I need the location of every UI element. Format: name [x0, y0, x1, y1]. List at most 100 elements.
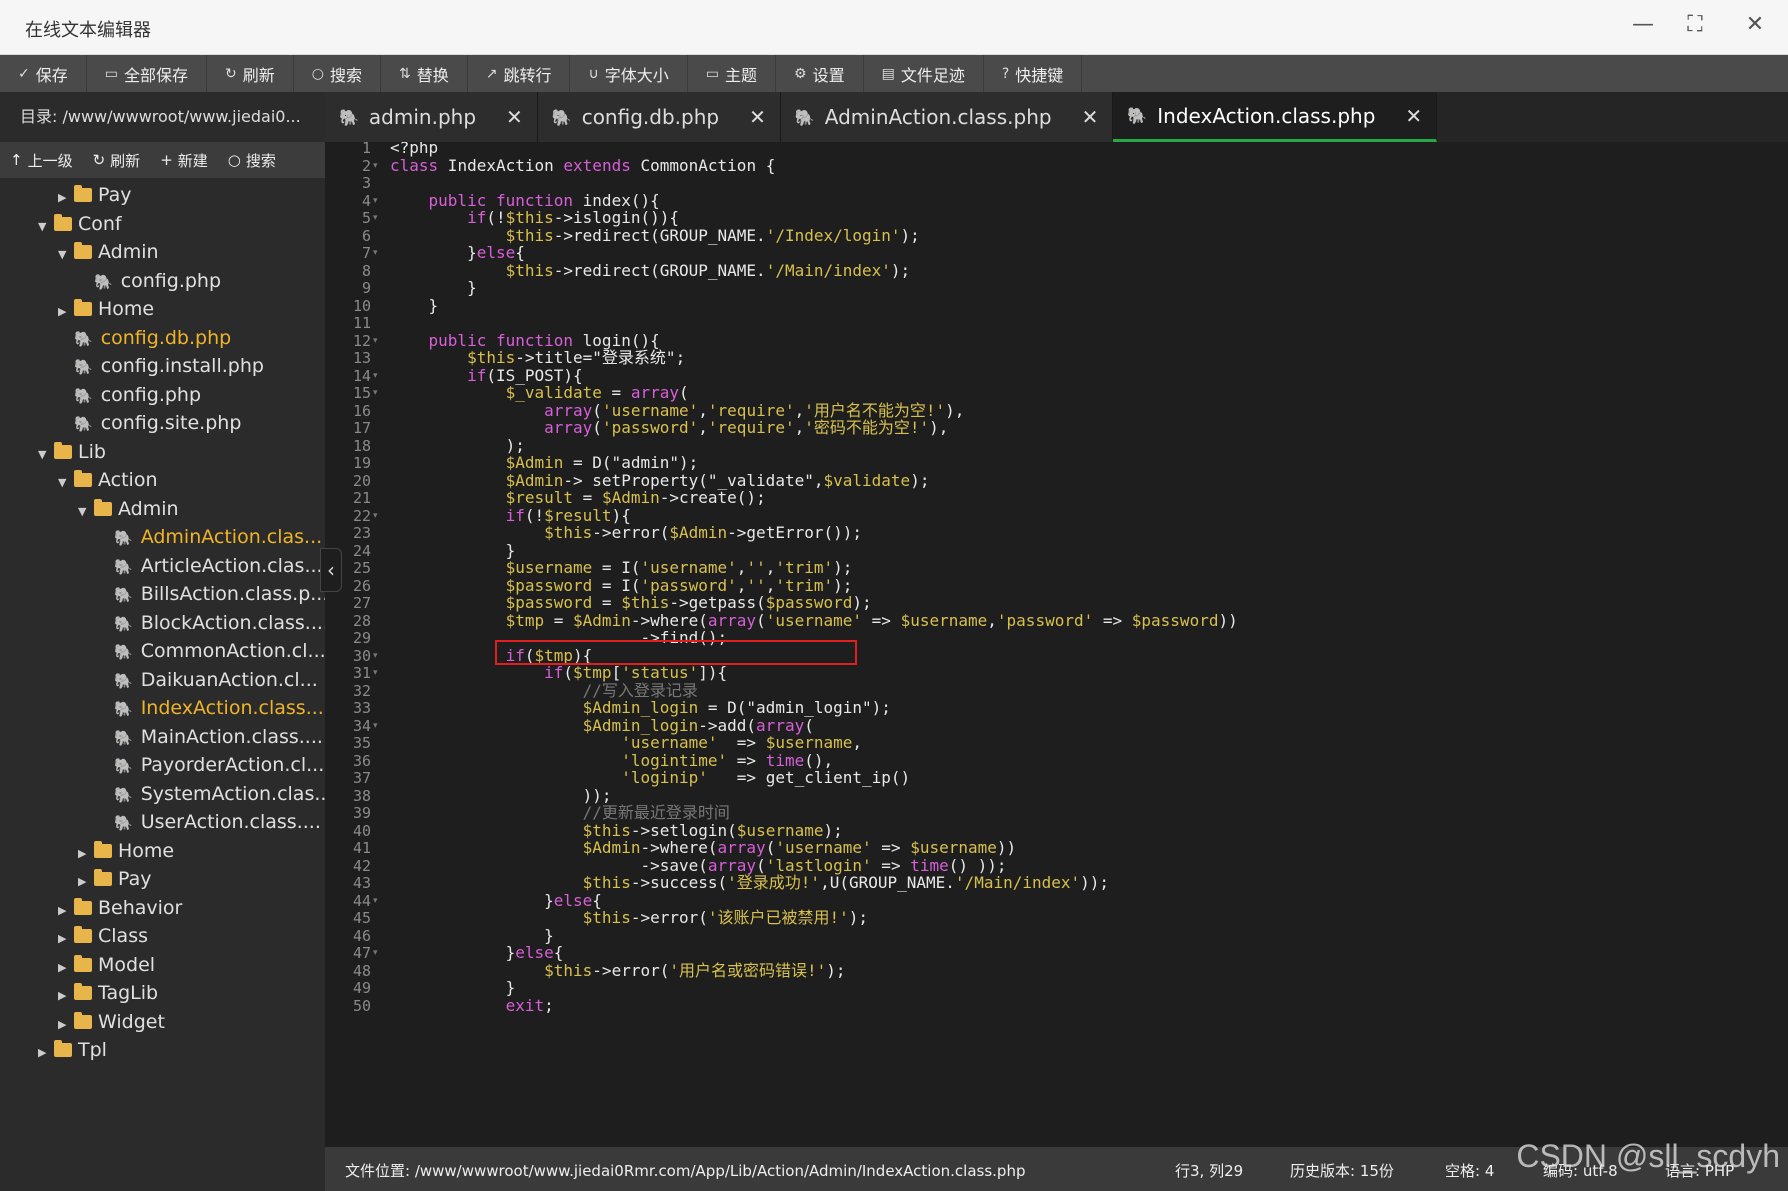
caret-down-icon[interactable]: ▼	[38, 211, 54, 243]
tree-folder[interactable]: ▼ Lib	[38, 436, 106, 468]
folder-icon	[74, 299, 92, 316]
toolbar-button-6[interactable]: ∪ 字体大小	[570, 55, 688, 92]
toolbar-button-0[interactable]: ✓ 保存	[0, 55, 87, 92]
tree-file[interactable]: 🐘 UserAction.class....	[98, 806, 321, 838]
tree-label: config.php	[120, 269, 222, 292]
tree-file[interactable]: 🐘 DaikuanAction.cl...	[98, 664, 318, 696]
folder-icon	[54, 1040, 72, 1057]
indent-spaces[interactable]: 空格: 4	[1445, 1160, 1494, 1181]
folder-icon	[74, 954, 92, 972]
tree-folder[interactable]: ▶ Tpl	[38, 1034, 107, 1066]
fold-icon[interactable]: ▾	[373, 383, 378, 403]
fold-icon[interactable]: ▾	[373, 943, 378, 963]
toolbar-button-1[interactable]: ▭ 全部保存	[87, 55, 207, 92]
tree-label: SystemAction.clas...	[140, 782, 325, 805]
history-versions[interactable]: 历史版本: 15份	[1290, 1160, 1394, 1181]
tree-file[interactable]: 🐘 ArticleAction.clas...	[98, 550, 323, 582]
tree-file[interactable]: 🐘 BillsAction.class.p...	[98, 578, 325, 610]
folder-icon	[94, 498, 112, 516]
toolbar-button-3[interactable]: ○ 搜索	[294, 55, 381, 92]
tree-file[interactable]: 🐘 SystemAction.clas...	[98, 778, 325, 810]
fold-icon[interactable]: ▾	[373, 891, 378, 911]
tree-file[interactable]: 🐘 BlockAction.class....	[98, 607, 325, 639]
sidebar-tool-0[interactable]: ↑ 上一级	[0, 150, 83, 171]
toolbar: ✓ 保存 ▭ 全部保存 ↻ 刷新 ○ 搜索 ⇅ 替换 ↗ 跳转行 ∪ 字体大小 ▭ 主题 ⚙ 设置 ▤ 文件足迹 ? 快捷…	[0, 55, 1788, 92]
close-tab-icon[interactable]: ✕	[506, 105, 523, 129]
fold-icon[interactable]: ▾	[373, 208, 378, 228]
collapse-sidebar-button[interactable]: ‹	[320, 548, 342, 592]
tree-label: ArticleAction.clas...	[140, 554, 323, 577]
php-icon: 🐘	[551, 107, 572, 127]
tree-file[interactable]: 🐘 MainAction.class....	[98, 721, 323, 753]
tree-folder[interactable]: ▶ Home	[78, 835, 174, 867]
tree-file[interactable]: 🐘 config.install.php	[58, 350, 264, 382]
close-tab-icon[interactable]: ✕	[749, 105, 766, 129]
tree-label: BlockAction.class....	[140, 611, 325, 634]
toolbar-button-7[interactable]: ▭ 主题	[688, 55, 776, 92]
tree-folder[interactable]: ▶ Class	[58, 920, 148, 952]
folder-icon	[74, 897, 92, 915]
caret-down-icon[interactable]: ▼	[78, 496, 94, 528]
file-tree: ▶ Pay ▼ Conf ▼ Admin 🐘 config.php ▶ Home 🐘 config.d…	[0, 178, 325, 1191]
tree-folder[interactable]: ▼ Action	[58, 464, 158, 496]
fold-icon[interactable]: ▾	[373, 506, 378, 526]
search-icon: ○	[311, 65, 324, 82]
close-tab-icon[interactable]: ✕	[1405, 104, 1422, 128]
tree-folder[interactable]: ▶ Pay	[78, 863, 152, 895]
tree-folder[interactable]: ▶ Pay	[58, 179, 132, 211]
close-tab-icon[interactable]: ✕	[1082, 105, 1099, 129]
tree-file[interactable]: 🐘 PayorderAction.cl...	[98, 749, 324, 781]
tree-folder[interactable]: ▼ Admin	[58, 236, 159, 268]
tree-folder[interactable]: ▶ Behavior	[58, 892, 182, 924]
tab-bar: 🐘 admin.php ✕ 🐘 config.db.php ✕ 🐘 AdminAction.c…	[325, 92, 1788, 142]
caret-down-icon[interactable]: ▼	[58, 239, 74, 271]
sidebar-toolbar: ↑ 上一级 ↻ 刷新 + 新建 ○ 搜索	[0, 142, 325, 178]
tree-folder[interactable]: ▶ TagLib	[58, 977, 158, 1009]
fold-icon[interactable]: ▾	[373, 716, 378, 736]
close-window-button[interactable]: ✕	[1740, 10, 1770, 40]
tree-folder[interactable]: ▼ Conf	[38, 208, 122, 240]
sidebar-tool-1[interactable]: ↻ 刷新	[83, 150, 151, 171]
tree-file[interactable]: 🐘 AdminAction.clas...	[98, 521, 322, 553]
toolbar-label: 文件足迹	[900, 65, 965, 85]
tree-file[interactable]: 🐘 CommonAction.cl...	[98, 635, 325, 667]
fold-icon[interactable]: ▾	[373, 156, 378, 176]
fold-icon[interactable]: ▾	[373, 243, 378, 263]
caret-right-icon[interactable]: ▶	[38, 1037, 54, 1069]
tab-3[interactable]: 🐘 IndexAction.class.php ✕	[1113, 92, 1438, 142]
folder-icon	[74, 185, 92, 202]
tree-file[interactable]: 🐘 config.site.php	[58, 407, 241, 439]
toolbar-button-8[interactable]: ⚙ 设置	[776, 55, 864, 92]
maximize-button[interactable]: ⛶	[1680, 10, 1710, 40]
sidebar-tool-2[interactable]: + 新建	[150, 150, 218, 171]
toolbar-button-4[interactable]: ⇅ 替换	[381, 55, 468, 92]
caret-down-icon[interactable]: ▼	[58, 467, 74, 499]
tab-0[interactable]: 🐘 admin.php ✕	[325, 92, 538, 142]
highlight-box	[495, 640, 857, 665]
caret-down-icon[interactable]: ▼	[38, 439, 54, 471]
refresh-icon: ↻	[225, 65, 237, 82]
tab-1[interactable]: 🐘 config.db.php ✕	[537, 92, 781, 142]
toolbar-button-2[interactable]: ↻ 刷新	[207, 55, 294, 92]
tree-file[interactable]: 🐘 config.db.php	[58, 322, 231, 354]
tree-label: config.php	[100, 383, 202, 406]
tree-file[interactable]: 🐘 IndexAction.class....	[98, 692, 325, 724]
tab-2[interactable]: 🐘 AdminAction.class.php ✕	[780, 92, 1114, 142]
tree-file[interactable]: 🐘 config.php	[58, 379, 201, 411]
toolbar-button-10[interactable]: ? 快捷键	[984, 55, 1083, 92]
tree-label: Lib	[78, 440, 106, 463]
sidebar-tool-3[interactable]: ○ 搜索	[218, 150, 286, 171]
settings-icon: ⚙	[794, 65, 807, 82]
tree-file[interactable]: 🐘 config.php	[78, 265, 221, 297]
minimize-button[interactable]: —	[1628, 10, 1658, 40]
toolbar-button-9[interactable]: ▤ 文件足迹	[864, 55, 984, 92]
toolbar-button-5[interactable]: ↗ 跳转行	[468, 55, 571, 92]
tree-folder[interactable]: ▶ Model	[58, 949, 155, 981]
fold-icon[interactable]: ▾	[373, 331, 378, 351]
history-icon: ▤	[881, 65, 895, 82]
tree-folder[interactable]: ▶ Home	[58, 293, 154, 325]
tree-folder[interactable]: ▶ Widget	[58, 1006, 165, 1038]
fold-icon[interactable]: ▾	[373, 663, 378, 683]
tree-folder[interactable]: ▼ Admin	[78, 493, 179, 525]
folder-icon	[74, 983, 92, 1000]
